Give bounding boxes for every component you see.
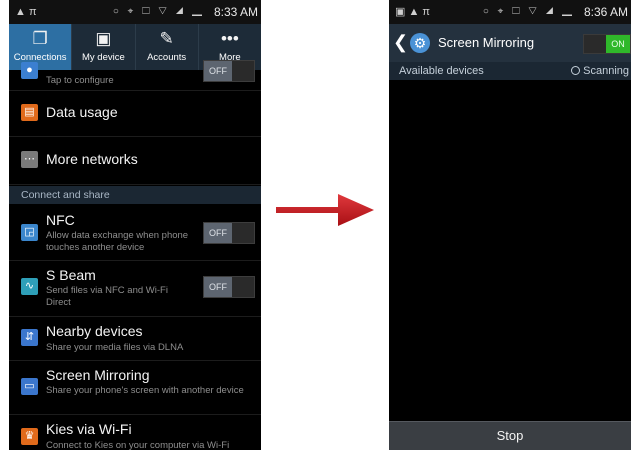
status-time: 8:36 AM: [583, 5, 628, 19]
available-devices-header: Available devices Scanning: [389, 62, 631, 80]
my-device-icon: ▣: [95, 29, 112, 48]
screen-mirroring-subtitle: Share your phone's screen with another d…: [46, 385, 244, 396]
screen-mirroring-screen: ▣ ▲ π ○ ⌖ ☐ ▽ ◢ ▁ 8:36 AM ❮ ⚙ Screen Mir…: [389, 0, 631, 450]
notification-icons: ▲ π: [15, 6, 37, 18]
s-beam-icon: ∿: [21, 278, 38, 295]
arrow-right-icon: [276, 194, 374, 226]
list-item-nfc[interactable]: ◲ NFC Allow data exchange when phone tou…: [9, 204, 261, 261]
kies-icon: ♛: [21, 428, 38, 445]
more-networks-title: More networks: [46, 151, 138, 167]
device-list: [389, 80, 631, 422]
partial-item-toggle[interactable]: OFF: [203, 60, 255, 82]
tab-connections[interactable]: ❐ Connections: [9, 24, 73, 70]
nfc-toggle[interactable]: OFF: [203, 222, 255, 244]
s-beam-toggle[interactable]: OFF: [203, 276, 255, 298]
available-devices-label: Available devices: [399, 65, 484, 77]
accounts-icon: ✎: [159, 29, 174, 48]
data-usage-icon: ▤: [21, 104, 38, 121]
section-header-connect-share: Connect and share: [9, 186, 261, 204]
tab-label: Connections: [13, 52, 67, 63]
list-item-data-usage[interactable]: ▤ Data usage: [9, 90, 261, 137]
list-item-screen-mirroring[interactable]: ▭ Screen Mirroring Share your phone's sc…: [9, 360, 261, 415]
more-networks-icon: ⋯: [21, 151, 38, 168]
list-item-nearby-devices[interactable]: ⇵ Nearby devices Share your media files …: [9, 316, 261, 361]
status-icons: ○ ⌖ ☐ ▽ ◢ ▁: [112, 6, 205, 17]
kies-subtitle: Connect to Kies on your computer via Wi-…: [46, 440, 230, 450]
connections-icon: ❐: [32, 29, 48, 48]
status-icons: ○ ⌖ ☐ ▽ ◢ ▁: [482, 6, 575, 17]
more-icon: •••: [220, 29, 239, 48]
partial-item-icon: ●: [21, 62, 38, 79]
partial-item-subtitle: Tap to configure: [46, 75, 114, 86]
scanning-status: Scanning: [571, 62, 629, 80]
tab-label: My device: [81, 52, 125, 63]
page-title: Screen Mirroring: [438, 35, 535, 50]
scanning-spinner-icon: [571, 66, 581, 75]
settings-screen: ▲ π ○ ⌖ ☐ ▽ ◢ ▁ 8:33 AM ❐ Connections ▣ …: [9, 0, 261, 450]
action-bar: ❮ ⚙ Screen Mirroring ON: [389, 24, 631, 62]
tab-label: Accounts: [147, 52, 187, 63]
toggle-label: OFF: [204, 277, 232, 297]
back-chevron-icon[interactable]: ❮: [393, 32, 408, 53]
gear-icon: ⚙: [410, 33, 430, 53]
scanning-label: Scanning: [583, 65, 629, 77]
data-usage-title: Data usage: [46, 104, 118, 120]
status-time: 8:33 AM: [213, 5, 258, 19]
settings-list: ● Tap to configure OFF ▤ Data usage ⋯ Mo…: [9, 60, 261, 450]
nfc-icon: ◲: [21, 224, 38, 241]
list-item-kies[interactable]: ♛ Kies via Wi-Fi Connect to Kies on your…: [9, 414, 261, 450]
s-beam-subtitle: Send files via NFC and Wi-Fi Direct: [46, 285, 168, 308]
tab-my-device[interactable]: ▣ My device: [72, 24, 136, 70]
status-bar: ▲ π ○ ⌖ ☐ ▽ ◢ ▁ 8:33 AM: [9, 0, 261, 24]
list-item-partial[interactable]: ● Tap to configure OFF: [9, 60, 261, 91]
notification-icons: ▣ ▲ π: [395, 6, 430, 18]
nfc-title: NFC: [46, 212, 75, 228]
nearby-devices-subtitle: Share your media files via DLNA: [46, 342, 184, 353]
screen-mirroring-title: Screen Mirroring: [46, 367, 150, 383]
toggle-label: ON: [606, 35, 630, 53]
list-item-s-beam[interactable]: ∿ S Beam Send files via NFC and Wi-Fi Di…: [9, 260, 261, 317]
nearby-devices-icon: ⇵: [21, 329, 38, 346]
toggle-label: OFF: [204, 61, 232, 81]
stop-button[interactable]: Stop: [389, 421, 631, 450]
screen-mirroring-toggle[interactable]: ON: [583, 34, 631, 54]
s-beam-title: S Beam: [46, 267, 96, 283]
nfc-subtitle: Allow data exchange when phone touches a…: [46, 230, 189, 253]
toggle-label: OFF: [204, 223, 232, 243]
status-bar: ▣ ▲ π ○ ⌖ ☐ ▽ ◢ ▁ 8:36 AM: [389, 0, 631, 24]
kies-title: Kies via Wi-Fi: [46, 421, 132, 437]
tab-accounts[interactable]: ✎ Accounts: [136, 24, 199, 70]
nearby-devices-title: Nearby devices: [46, 323, 143, 339]
screen-mirroring-icon: ▭: [21, 378, 38, 395]
list-item-more-networks[interactable]: ⋯ More networks: [9, 136, 261, 185]
